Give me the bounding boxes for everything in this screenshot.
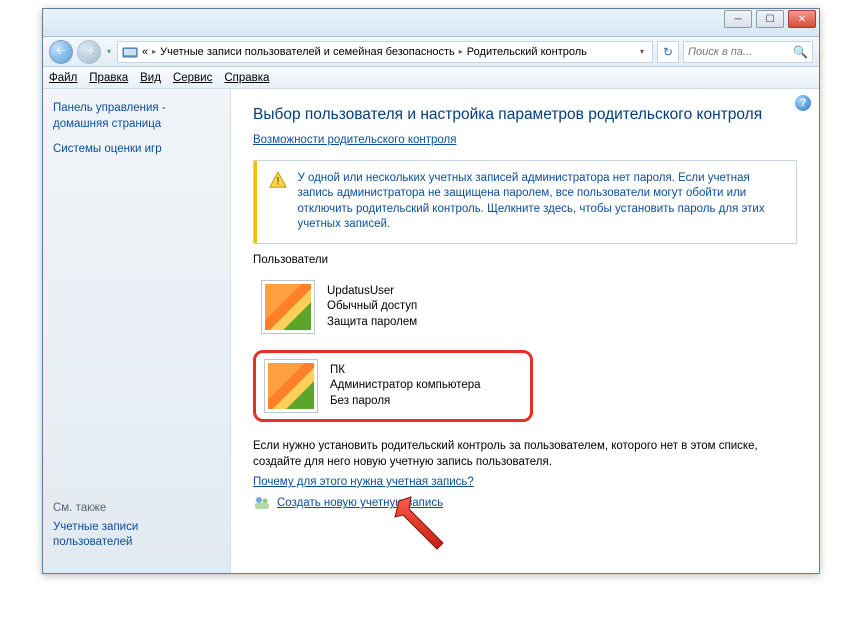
create-account-link[interactable]: Создать новую учетную запись — [277, 497, 443, 509]
user-card-highlighted[interactable]: ПК Администратор компьютера Без пароля — [253, 350, 533, 422]
breadcrumb-dropdown[interactable]: ▾ — [636, 47, 648, 56]
minimize-button[interactable]: ─ — [724, 10, 752, 28]
user-role: Обычный доступ — [327, 299, 417, 315]
window-controls: ─ ☐ ✕ — [724, 10, 816, 28]
history-dropdown[interactable]: ▾ — [105, 47, 113, 56]
capabilities-link[interactable]: Возможности родительского контроля — [253, 134, 456, 146]
breadcrumb-item-2[interactable]: Родительский контроль — [467, 46, 587, 58]
control-panel-window: ─ ☐ ✕ 🡠 🡢 ▾ « ▸ Учетные записи пользоват… — [42, 8, 820, 574]
maximize-button[interactable]: ☐ — [756, 10, 784, 28]
user-name: ПК — [330, 363, 481, 379]
refresh-button[interactable]: ↻ — [657, 41, 679, 63]
warning-icon: ! — [269, 171, 287, 189]
menu-view[interactable]: Вид — [140, 72, 161, 84]
content-area: ? Выбор пользователя и настройка парамет… — [231, 89, 819, 573]
menu-tools[interactable]: Сервис — [173, 72, 212, 84]
search-input[interactable] — [688, 46, 791, 58]
help-icon[interactable]: ? — [795, 95, 811, 111]
svg-text:!: ! — [277, 175, 280, 187]
close-button[interactable]: ✕ — [788, 10, 816, 28]
breadcrumb-item-1[interactable]: Учетные записи пользователей и семейная … — [160, 46, 455, 58]
why-account-link[interactable]: Почему для этого нужна учетная запись? — [253, 476, 474, 488]
page-title: Выбор пользователя и настройка параметро… — [253, 105, 797, 126]
user-card[interactable]: UpdatusUser Обычный доступ Защита пароле… — [253, 274, 533, 340]
search-icon: 🔍 — [793, 45, 808, 59]
user-name: UpdatusUser — [327, 284, 417, 300]
see-also-label: См. также — [53, 502, 220, 514]
breadcrumb-bar[interactable]: « ▸ Учетные записи пользователей и семей… — [117, 41, 653, 63]
breadcrumb-chevron[interactable]: ▸ — [455, 47, 467, 56]
forward-button[interactable]: 🡢 — [77, 40, 101, 64]
users-section-label: Пользователи — [253, 254, 797, 266]
menu-edit[interactable]: Правка — [89, 72, 128, 84]
user-role: Администратор компьютера — [330, 378, 481, 394]
avatar — [261, 280, 315, 334]
menu-help[interactable]: Справка — [224, 72, 269, 84]
warning-text[interactable]: У одной или нескольких учетных записей а… — [297, 171, 784, 233]
menu-bar: Файл Правка Вид Сервис Справка — [43, 67, 819, 89]
create-account-row[interactable]: Создать новую учетную запись — [253, 494, 797, 512]
sidebar: Панель управления - домашняя страница Си… — [43, 89, 231, 573]
breadcrumb-chevron[interactable]: ▸ — [148, 47, 160, 56]
user-protection: Защита паролем — [327, 315, 417, 331]
back-button[interactable]: 🡠 — [49, 40, 73, 64]
sidebar-link-ratings[interactable]: Системы оценки игр — [53, 142, 220, 158]
menu-file[interactable]: Файл — [49, 72, 77, 84]
sidebar-link-accounts[interactable]: Учетные записи пользователей — [53, 520, 220, 551]
navigation-bar: 🡠 🡢 ▾ « ▸ Учетные записи пользователей и… — [43, 37, 819, 67]
user-protection: Без пароля — [330, 394, 481, 410]
search-box[interactable]: 🔍 — [683, 41, 813, 63]
control-panel-icon — [122, 44, 138, 60]
window-body: Панель управления - домашняя страница Си… — [43, 89, 819, 573]
sidebar-link-home[interactable]: Панель управления - домашняя страница — [53, 101, 220, 132]
help-text: Если нужно установить родительский контр… — [253, 438, 797, 470]
avatar — [264, 359, 318, 413]
titlebar: ─ ☐ ✕ — [43, 9, 819, 37]
people-icon — [253, 494, 271, 512]
warning-banner[interactable]: ! У одной или нескольких учетных записей… — [253, 160, 797, 244]
